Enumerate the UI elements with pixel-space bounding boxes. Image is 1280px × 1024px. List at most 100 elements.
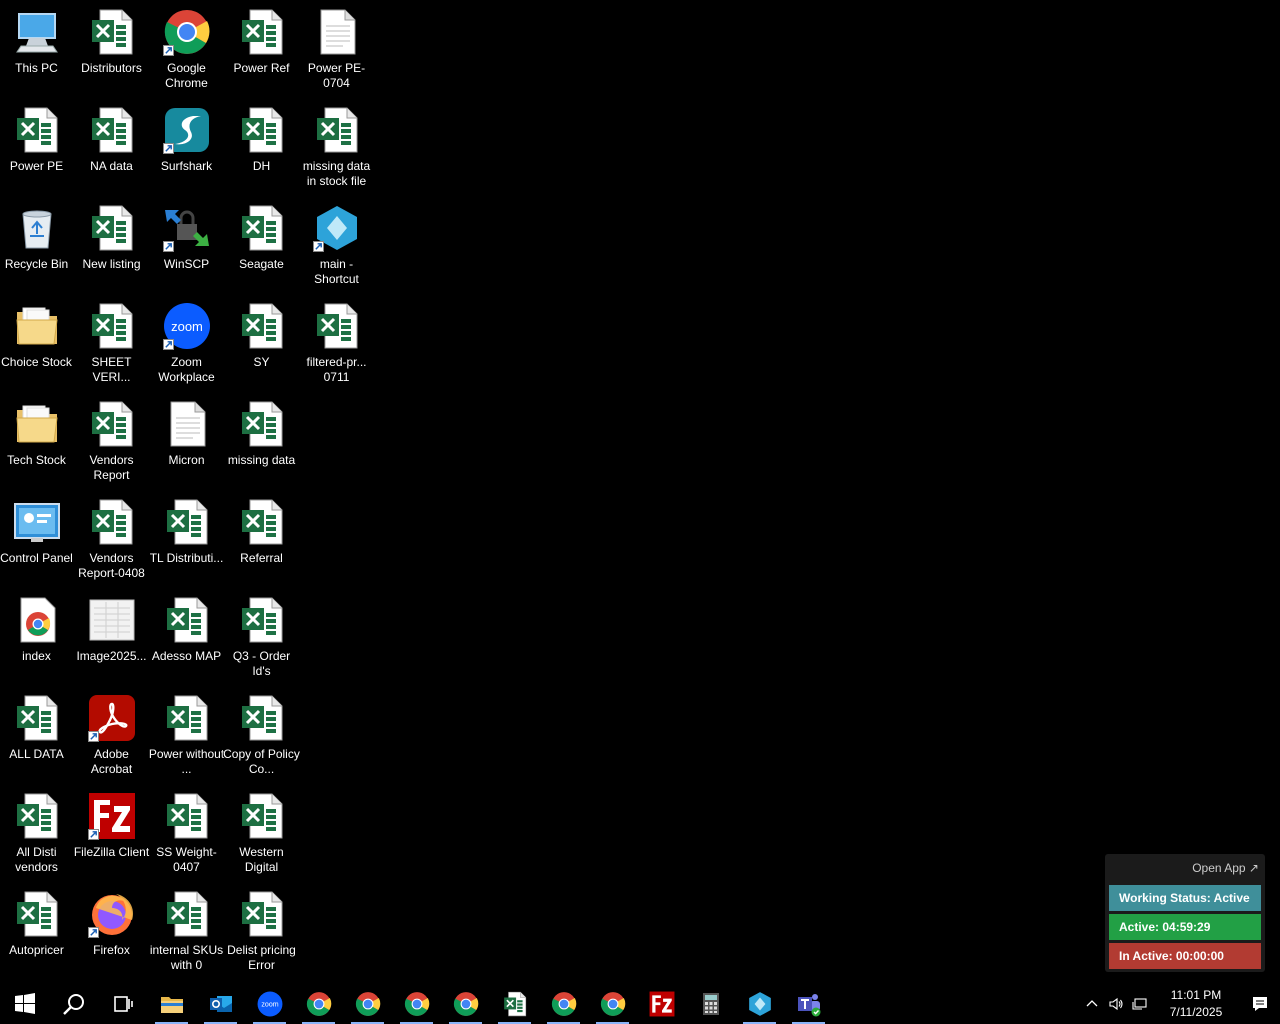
volume-icon[interactable] (1104, 984, 1128, 1024)
outlook-button[interactable] (196, 984, 245, 1024)
desktop-icon[interactable]: DH (224, 100, 299, 198)
desktop-icon-label: internal SKUs with 0 (149, 943, 224, 972)
desktop-icon[interactable]: Power PE (0, 100, 74, 198)
task-view-button[interactable] (98, 984, 147, 1024)
start-button[interactable] (0, 984, 49, 1024)
desktop-icon[interactable]: Adobe Acrobat (74, 688, 149, 786)
desktop-icon[interactable]: Referral (224, 492, 299, 590)
desktop-icon[interactable]: Q3 - Order Id's (224, 590, 299, 688)
desktop-icon-label: Vendors Report-0408 (78, 551, 145, 580)
clock-time: 11:01 PM (1170, 988, 1222, 1002)
desktop: This PC Distributors Google Chrome Power Re… (0, 0, 1280, 984)
desktop-icon[interactable]: Google Chrome (149, 2, 224, 100)
chrome-profile-1-button[interactable] (294, 984, 343, 1024)
desktop-icon[interactable]: Power Ref (224, 2, 299, 100)
desktop-icon[interactable]: missing data (224, 394, 299, 492)
desktop-icon[interactable]: WinSCP (149, 198, 224, 296)
open-app-link[interactable]: Open App ↗ (1192, 861, 1259, 875)
folder-icon (13, 302, 61, 350)
desktop-icon[interactable]: ALL DATA (0, 688, 74, 786)
file-explorer-button[interactable] (147, 984, 196, 1024)
calculator-button[interactable] (686, 984, 735, 1024)
firefox-icon (87, 890, 136, 938)
excel-icon (88, 498, 136, 546)
notification-icon[interactable] (1240, 984, 1280, 1024)
excel-icon (313, 302, 361, 350)
network-icon[interactable] (1128, 984, 1152, 1024)
excel-icon (238, 106, 286, 154)
desktop-icon[interactable]: Recycle Bin (0, 198, 74, 296)
desktop-icon[interactable]: FileZilla Client (74, 786, 149, 884)
desktop-icon[interactable]: Surfshark (149, 100, 224, 198)
clock[interactable]: 11:01 PM 7/11/2025 (1160, 987, 1232, 1021)
desktop-icon[interactable]: TL Distributi... (149, 492, 224, 590)
excel-icon (238, 694, 286, 742)
desktop-icon[interactable]: This PC (0, 2, 74, 100)
desktop-icon[interactable]: Vendors Report-0408 (74, 492, 149, 590)
desktop-icon[interactable]: SS Weight-0407 (149, 786, 224, 884)
desktop-icon-label: Power PE-0704 (307, 61, 366, 90)
chrome-profile-6-button[interactable] (588, 984, 637, 1024)
chrome-icon (306, 991, 332, 1017)
desktop-icon-label: Adesso MAP (151, 649, 222, 663)
desktop-icon-label: Autopricer (9, 943, 64, 957)
teams-button[interactable] (784, 984, 833, 1024)
zoom-button[interactable]: zoom (245, 984, 294, 1024)
chevron-up-icon[interactable] (1080, 984, 1104, 1024)
desktop-icon[interactable]: index (0, 590, 74, 688)
shortcut-arrow-icon (162, 339, 174, 350)
desktop-icon[interactable]: Choice Stock (0, 296, 74, 394)
desktop-icon[interactable]: New listing (74, 198, 149, 296)
desktop-icon[interactable]: Western Digital (224, 786, 299, 884)
desktop-icon[interactable]: NA data (74, 100, 149, 198)
desktop-icon-label: SHEET VERI... (91, 355, 132, 384)
desktop-icon[interactable]: Copy of Policy Co... (223, 688, 300, 786)
desktop-icon[interactable]: Autopricer (0, 884, 74, 982)
desktop-icon[interactable]: SY (224, 296, 299, 394)
desktop-icon[interactable]: filtered-pr... 0711 (299, 296, 374, 394)
desktop-icon[interactable]: Delist pricing Error (224, 884, 299, 982)
excel-icon (13, 792, 61, 840)
desktop-icon-label: NA data (90, 159, 133, 173)
search-button[interactable] (49, 984, 98, 1024)
control-panel-icon (13, 498, 61, 546)
desktop-icon[interactable]: Adesso MAP (149, 590, 224, 688)
desktop-icon[interactable]: Power PE-0704 (299, 2, 374, 100)
chrome-icon (551, 991, 577, 1017)
desktop-icon[interactable]: Distributors (74, 2, 149, 100)
desktop-icon-label: Choice Stock (1, 355, 72, 369)
desktop-icon[interactable]: Power without ... (149, 688, 224, 786)
chrome-profile-2-button[interactable] (343, 984, 392, 1024)
excel-button[interactable] (490, 984, 539, 1024)
desktop-icon[interactable]: missing data in stock file (299, 100, 374, 198)
shortcut-arrow-icon (162, 143, 174, 154)
chrome-profile-4-button[interactable] (441, 984, 490, 1024)
desktop-icon[interactable]: All Disti vendors (0, 786, 74, 884)
desktop-icon[interactable]: Tech Stock (0, 394, 74, 492)
desktop-icon[interactable]: zoom Zoom Workplace (149, 296, 224, 394)
desktop-icon-label: Google Chrome (165, 61, 208, 90)
desktop-icon[interactable]: Image2025... (74, 590, 149, 688)
excel-icon (13, 694, 61, 742)
zoom-icon: zoom (257, 991, 283, 1017)
chrome-profile-5-button[interactable] (539, 984, 588, 1024)
desktop-icon[interactable]: Firefox (74, 884, 149, 982)
desktop-icon[interactable]: Micron (149, 394, 224, 492)
desktop-icon-label: Power PE (9, 159, 64, 173)
desktop-icon-label: Image2025... (76, 649, 147, 663)
desktop-icon[interactable]: Vendors Report (74, 394, 149, 492)
desktop-icon[interactable]: Seagate (224, 198, 299, 296)
desktop-icon[interactable]: internal SKUs with 0 (149, 884, 224, 982)
desktop-icon[interactable]: SHEET VERI... (74, 296, 149, 394)
chrome-icon (600, 991, 626, 1017)
app-diamond-button[interactable] (735, 984, 784, 1024)
excel-icon (163, 694, 211, 742)
excel-icon (238, 302, 286, 350)
desktop-icon[interactable]: main - Shortcut (299, 198, 374, 296)
desktop-icon-label: index (22, 649, 51, 663)
chrome-profile-3-button[interactable] (392, 984, 441, 1024)
desktop-icon[interactable]: Control Panel (0, 492, 74, 590)
active-time: Active: 04:59:29 (1109, 914, 1261, 940)
desktop-icon-label: missing data (227, 453, 296, 467)
filezilla-button[interactable] (637, 984, 686, 1024)
